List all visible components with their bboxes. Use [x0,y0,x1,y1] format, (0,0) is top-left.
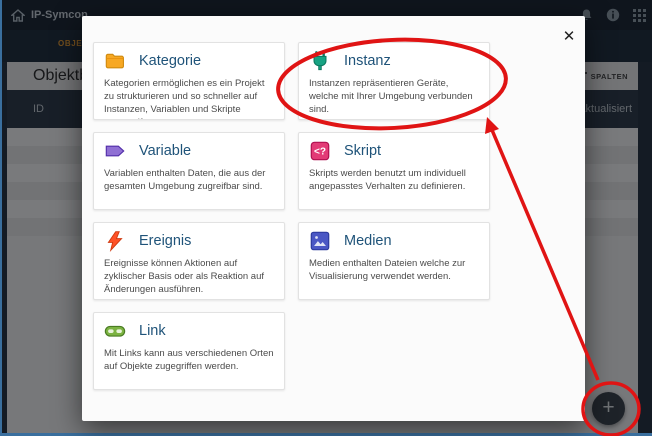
folder-icon [104,50,126,72]
script-icon: <? [309,140,331,162]
card-title: Medien [344,233,392,249]
window-border-left [0,0,2,436]
card-description: Mit Links kann aus verschiedenen Orten a… [104,347,274,373]
card-kategorie[interactable]: Kategorie Kategorien ermöglichen es ein … [93,42,285,120]
card-description: Instanzen repräsentieren Geräte, welche … [309,77,479,116]
media-icon [309,230,331,252]
card-variable[interactable]: Variable Variablen enthalten Daten, die … [93,132,285,210]
plug-icon [309,50,331,72]
lightning-icon [104,230,126,252]
card-title: Link [139,323,166,339]
card-skript[interactable]: <? Skript Skripts werden benutzt um indi… [298,132,490,210]
card-description: Skripts werden benutzt um individuell an… [309,167,479,193]
card-ereignis[interactable]: Ereignis Ereignisse können Aktionen auf … [93,222,285,300]
card-description: Ereignisse können Aktionen auf zyklische… [104,257,274,296]
card-description: Kategorien ermöglichen es ein Projekt zu… [104,77,274,120]
card-description: Medien enthalten Dateien welche zur Visu… [309,257,479,283]
card-title: Kategorie [139,53,201,69]
card-instanz[interactable]: Instanz Instanzen repräsentieren Geräte,… [298,42,490,120]
tag-icon [104,140,126,162]
close-icon[interactable]: ✕ [560,28,578,46]
link-icon [104,320,126,342]
card-title: Ereignis [139,233,191,249]
svg-text:<?: <? [314,147,326,158]
card-link[interactable]: Link Mit Links kann aus verschiedenen Or… [93,312,285,390]
card-title: Variable [139,143,191,159]
card-description: Variablen enthalten Daten, die aus der g… [104,167,274,193]
card-medien[interactable]: Medien Medien enthalten Dateien welche z… [298,222,490,300]
add-object-dialog: ✕ Kategorie Kategorien ermöglichen es ei… [82,16,585,421]
object-type-cards: Kategorie Kategorien ermöglichen es ein … [93,42,490,390]
card-title: Instanz [344,53,391,69]
card-title: Skript [344,143,381,159]
